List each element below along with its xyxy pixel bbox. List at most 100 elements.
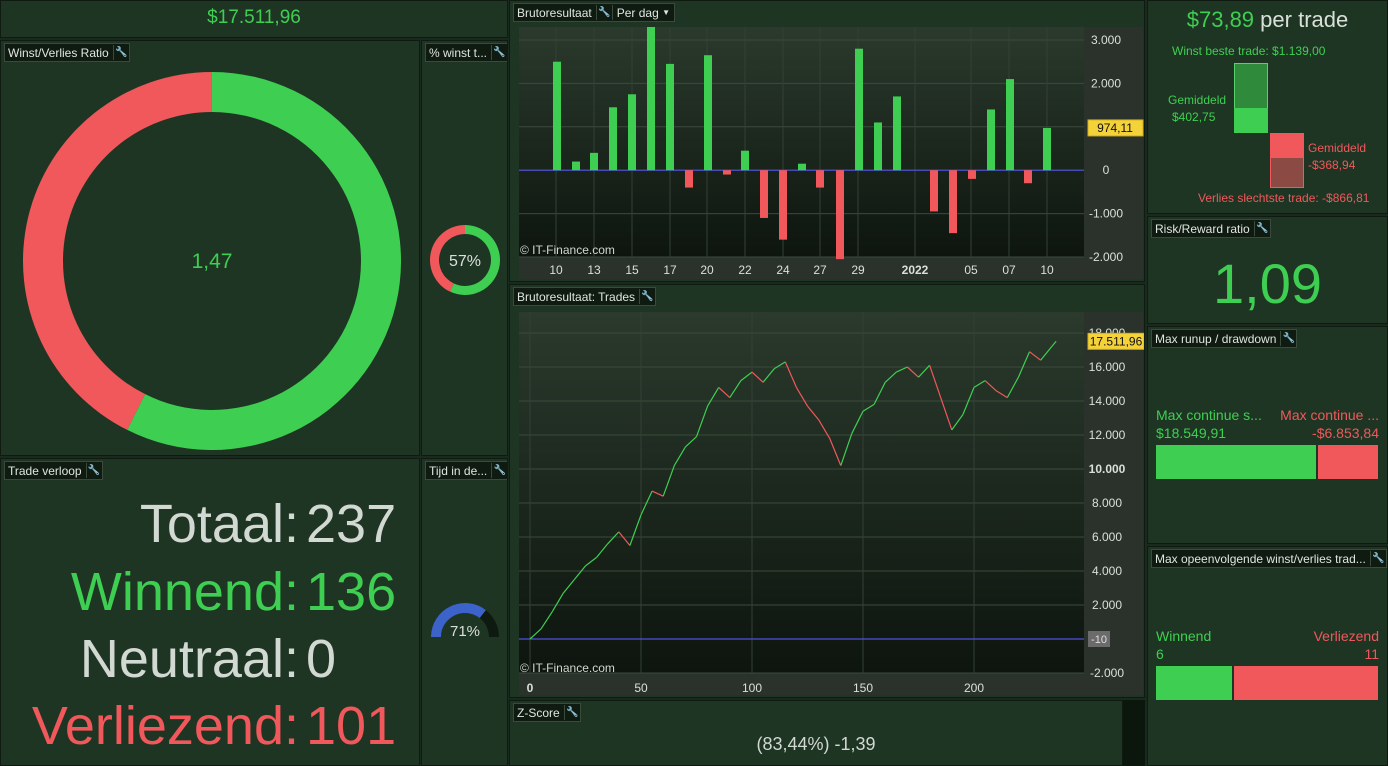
line-segment: [773, 361, 786, 370]
losing-value: 101: [306, 696, 397, 756]
wrench-icon[interactable]: 🔧: [1369, 551, 1386, 566]
bar: [816, 170, 824, 188]
x-tick-label: 13: [587, 263, 601, 277]
x-tick-label: 05: [964, 263, 978, 277]
line-segment: [707, 387, 720, 407]
avg-loss-value: -$368,94: [1308, 158, 1356, 172]
avg-loss-bar: [1270, 133, 1304, 157]
line-segment: [740, 371, 753, 382]
x-tick-label: 24: [776, 263, 790, 277]
line-segment: [618, 531, 631, 546]
line-segment: [729, 380, 742, 398]
bar: [987, 109, 995, 171]
line-segment: [784, 361, 797, 388]
runup-bar: [1156, 445, 1378, 479]
x-tick-label: 10: [1040, 263, 1054, 277]
neutral-label: Neutraal:: [79, 629, 299, 689]
y-tick-label: 8.000: [1092, 496, 1122, 510]
loss-range-bar: [1270, 157, 1304, 188]
line-segment: [596, 543, 609, 558]
trade-count-row-losing: Verliezend: 101: [1, 696, 419, 756]
panel-title: Trade verloop 🔧: [4, 461, 103, 480]
x-tick-label: 17: [663, 263, 677, 277]
max-runup-panel: Max runup / drawdown 🔧 Max continue s...…: [1147, 326, 1388, 544]
runup-right-value: -$6.853,84: [1312, 425, 1379, 441]
bar: [666, 63, 674, 171]
bar: [628, 94, 636, 171]
y-tick-label: 2.000: [1091, 76, 1121, 90]
x-tick-label: 100: [742, 681, 762, 695]
streak-title: Max opeenvolgende winst/verlies trad...: [1155, 551, 1366, 566]
wrench-icon[interactable]: 🔧: [1253, 221, 1270, 236]
winloss-ratio-panel: Winst/Verlies Ratio 🔧 1,47: [0, 40, 420, 456]
runup-left-value: $18.549,91: [1156, 425, 1227, 441]
bar: [723, 170, 731, 175]
line-segment: [884, 371, 897, 383]
trades-result-panel: Brutoresultaat: Trades 🔧 18.00016.00014.…: [509, 284, 1145, 698]
line-segment: [551, 592, 564, 613]
total-label: Totaal:: [139, 494, 299, 554]
bar: [553, 61, 561, 171]
runup-bar-fill: [1156, 445, 1319, 479]
bar: [1043, 127, 1051, 171]
winning-value: 136: [306, 562, 397, 622]
best-trade-label: Winst beste trade: $1.139,00: [1172, 44, 1326, 58]
winpct-label: 57%: [449, 253, 481, 270]
bar: [647, 27, 655, 171]
x-tick-label: 0: [527, 681, 534, 695]
bar-chart: 3.0002.0001.0000-1.000-2.000101315172022…: [519, 27, 1144, 277]
y-tick-label: 4.000: [1092, 564, 1122, 578]
last-value-label: 17.511,96: [1090, 334, 1143, 348]
trade-count-row-total: Totaal: 237: [1, 494, 419, 554]
avg-loss-label: Gemiddeld: [1308, 141, 1367, 155]
y-tick-label: 2.000: [1092, 598, 1122, 612]
line-segment: [851, 410, 864, 434]
x-tick-label: 200: [964, 681, 984, 695]
x-tick-label: 50: [634, 681, 648, 695]
streak-right-label: Verliezend: [1313, 628, 1379, 644]
avg-win-label: Gemiddeld: [1168, 93, 1227, 107]
line-segment: [540, 611, 553, 630]
trade-count-row-winning: Winnend: 136: [1, 562, 419, 622]
line-segment: [896, 366, 908, 373]
line-segment: [585, 556, 597, 567]
avg-win-value: $402,75: [1172, 110, 1216, 124]
bar: [893, 96, 901, 171]
x-tick-label: 2022: [902, 263, 929, 277]
streak-left-label: Winnend: [1156, 628, 1212, 644]
line-segment: [984, 380, 997, 392]
line-segment: [651, 490, 664, 497]
y-tick-label: 6.000: [1092, 530, 1122, 544]
line-segment: [973, 380, 986, 388]
win-segment: [127, 72, 402, 451]
wrench-icon[interactable]: 🔧: [1280, 331, 1296, 346]
line-segment: [718, 386, 731, 399]
neutral-value: 0: [306, 629, 337, 689]
line-segment: [795, 387, 809, 407]
line-segment: [951, 414, 964, 431]
line-segment: [695, 405, 709, 437]
time-in-market-panel: Tijd in de... 🔧 71%: [421, 458, 508, 766]
line-segment: [662, 465, 675, 497]
line-segment: [1051, 340, 1057, 347]
trade-verloop-title: Trade verloop: [8, 463, 82, 478]
wrench-icon[interactable]: 🔧: [85, 463, 102, 478]
line-segment: [629, 514, 642, 546]
per-trade-panel: $73,89 per trade Winst beste trade: $1.1…: [1147, 0, 1388, 214]
avg-win-bar: [1234, 108, 1268, 133]
x-tick-label: 15: [625, 263, 639, 277]
line-segment: [607, 531, 620, 545]
zscore-title: Z-Score: [517, 705, 560, 720]
line-segment: [762, 368, 775, 383]
bar: [1006, 79, 1014, 171]
line-segment: [573, 565, 586, 580]
end-value-label: -10: [1091, 634, 1107, 646]
max-streak-panel: Max opeenvolgende winst/verlies trad... …: [1147, 546, 1388, 766]
line-segment: [818, 419, 831, 439]
bar: [968, 170, 976, 179]
line-segment: [862, 403, 875, 412]
line-segment: [562, 579, 575, 594]
zscore-panel: Z-Score 🔧 (83,44%) -1,39: [509, 700, 1123, 766]
trade-count-row-neutral: Neutraal: 0: [1, 629, 419, 689]
wrench-icon[interactable]: 🔧: [563, 705, 580, 720]
